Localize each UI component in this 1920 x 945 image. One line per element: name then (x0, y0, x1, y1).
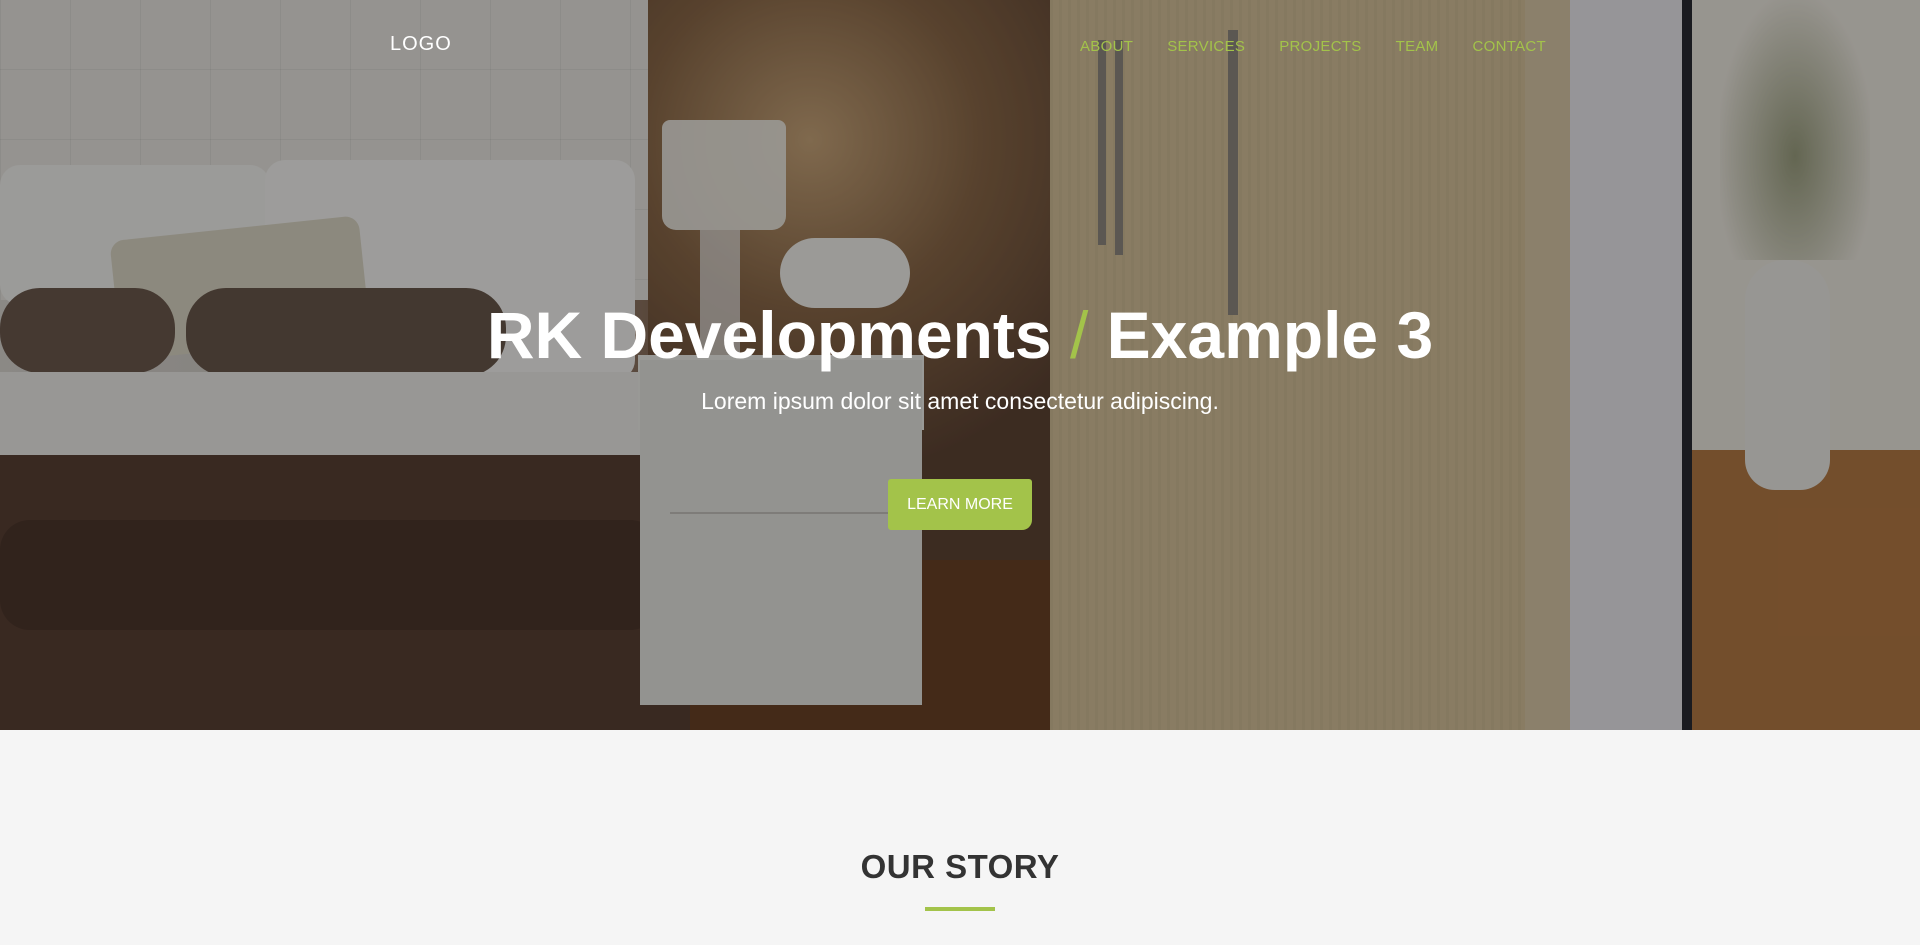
our-story-heading: OUR STORY (860, 848, 1060, 885)
hero-title: RK Developments / Example 3 (0, 295, 1920, 375)
nav-link-about[interactable]: ABOUT (1080, 38, 1133, 55)
learn-more-button[interactable]: LEARN MORE (888, 479, 1032, 530)
nav-link-services[interactable]: SERVICES (1167, 38, 1245, 55)
main-nav: ABOUT SERVICES PROJECTS TEAM CONTACT (1080, 38, 1546, 55)
nav-link-contact[interactable]: CONTACT (1472, 38, 1545, 55)
site-logo[interactable]: LOGO (390, 33, 452, 56)
hero-title-example: Example 3 (1106, 298, 1434, 372)
hero-title-brand: RK Developments (486, 298, 1052, 372)
hero-section: LOGO ABOUT SERVICES PROJECTS TEAM CONTAC… (0, 0, 1920, 730)
nav-link-team[interactable]: TEAM (1396, 38, 1439, 55)
heading-underline (925, 907, 995, 911)
hero-subtitle: Lorem ipsum dolor sit amet consectetur a… (701, 388, 1219, 414)
hero-title-separator: / (1069, 298, 1089, 372)
nav-link-projects[interactable]: PROJECTS (1279, 38, 1361, 55)
